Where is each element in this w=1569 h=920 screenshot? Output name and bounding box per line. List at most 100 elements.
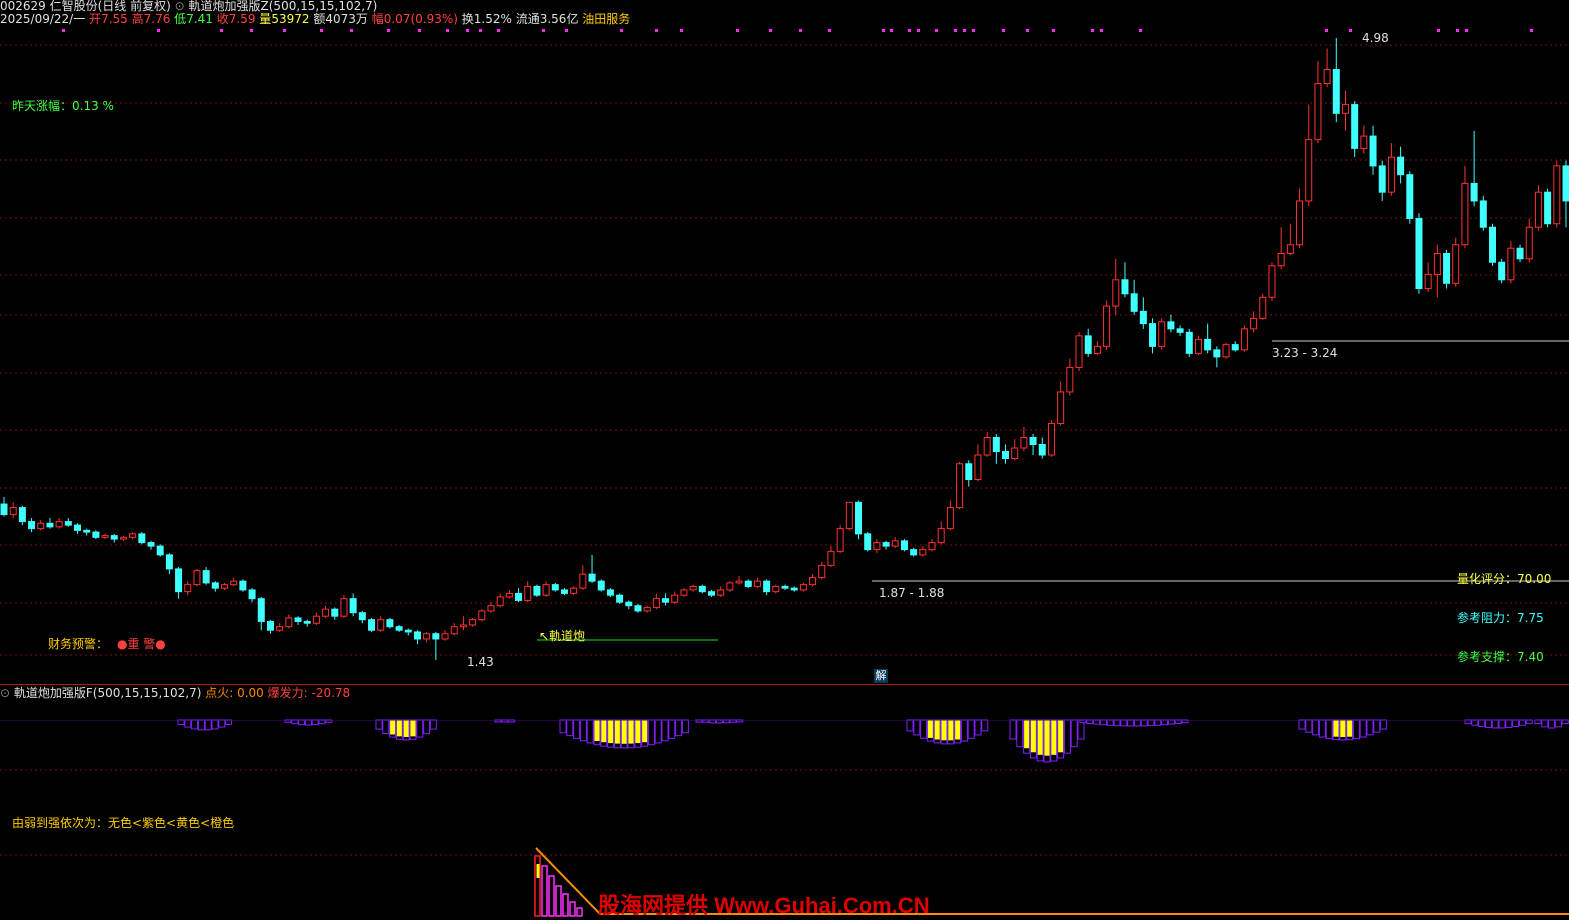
candle-body: [1084, 335, 1092, 354]
signal-dot: [446, 29, 449, 32]
candle-body: [450, 626, 458, 635]
candle-body: [184, 584, 192, 593]
watermark: 股海网提供 Www.Guhai.Com.CN: [598, 893, 930, 918]
signal-dot: [882, 29, 885, 32]
sub-indicator-name[interactable]: 軌道炮加强版F(500,15,15,102,7): [14, 686, 202, 700]
candle-body: [478, 610, 486, 621]
sub-bar-purple: [204, 719, 212, 731]
signal-dot: [908, 29, 911, 32]
sub-bar-purple: [1366, 719, 1374, 736]
candle-body: [165, 554, 173, 570]
sub-bar-yellow: [608, 720, 614, 744]
sub-bar-purple: [211, 719, 219, 730]
signal-dot: [1349, 29, 1352, 32]
candle-body: [588, 573, 596, 582]
sub-bar-purple: [1352, 719, 1360, 740]
candle-body: [772, 585, 780, 593]
sub-bar-purple: [1548, 719, 1556, 729]
sub-bar-purple: [906, 719, 914, 732]
candle-body: [1075, 335, 1083, 368]
low-value: 7.41: [186, 12, 213, 26]
candle-body: [965, 463, 973, 481]
sub-bar-yellow: [410, 720, 416, 737]
candle-body: [809, 577, 817, 586]
signal-dot: [736, 29, 739, 32]
volume-value: 53972: [271, 12, 310, 26]
signal-dot: [963, 29, 966, 32]
candle-body: [560, 589, 568, 594]
sub-bar-purple: [681, 719, 689, 734]
candle-body: [937, 528, 945, 544]
sub-bar-yellow: [1044, 720, 1050, 756]
kline-chart[interactable]: [0, 0, 1569, 919]
sub-bar-yellow: [390, 720, 396, 735]
candle-body: [395, 626, 403, 631]
candle-body: [1066, 366, 1074, 393]
candle-body: [1112, 279, 1120, 307]
sub-indicator-icon[interactable]: ⊙: [0, 686, 10, 700]
candle-body: [28, 521, 36, 530]
candle-body: [1387, 156, 1395, 193]
sub-bar-yellow: [1340, 720, 1346, 737]
candle-body: [1167, 321, 1175, 330]
signal-dot: [1465, 29, 1468, 32]
candle-body: [845, 501, 853, 530]
jie-button[interactable]: 解: [874, 669, 888, 683]
candle-body: [1479, 200, 1487, 228]
sub-bar-purple: [1373, 719, 1381, 733]
sub-bar-purple: [1133, 719, 1141, 727]
candle-body: [92, 531, 100, 538]
signal-dot: [1091, 29, 1094, 32]
sub-bar-yellow: [1333, 720, 1339, 737]
candle-body: [726, 582, 734, 591]
high-price-mark: 4.98: [1362, 31, 1389, 45]
sub-bar-purple: [1312, 719, 1320, 736]
signal-dot: [250, 29, 253, 32]
sub-bar-yellow: [1037, 720, 1043, 755]
signal-dot: [954, 29, 957, 32]
candle-body: [1002, 450, 1010, 460]
sub-bar-purple: [1512, 719, 1520, 728]
quote-date: 2025/09/22/一: [0, 12, 86, 26]
candle-body: [781, 585, 789, 589]
candle-body: [698, 585, 706, 593]
candle-body: [643, 606, 651, 612]
candle-body: [744, 580, 752, 587]
signal-dot: [769, 29, 772, 32]
candle-body: [110, 535, 118, 540]
candle-body: [147, 542, 155, 547]
sub-bar-purple: [197, 719, 205, 731]
candle-body: [239, 580, 247, 591]
bottom-bar: [548, 875, 555, 917]
bottom-bar: [541, 865, 548, 917]
sub-bar-purple: [1325, 719, 1333, 740]
candle-body: [1470, 182, 1478, 202]
signal-dot: [1456, 29, 1459, 32]
sector-link[interactable]: 油田服务: [582, 12, 630, 26]
candle-body: [689, 585, 697, 591]
sub-bar-yellow: [396, 720, 402, 737]
bottom-bar: [576, 907, 583, 917]
sub-bar-purple: [960, 719, 968, 742]
candle-body: [1149, 323, 1157, 347]
sub-bar-purple: [1478, 719, 1486, 728]
candle-body: [1286, 244, 1294, 255]
sub-bar-yellow: [1030, 720, 1036, 753]
candle-body: [211, 582, 219, 589]
sub-bar-purple: [559, 719, 567, 734]
sub-bar-purple: [586, 719, 594, 744]
sub-bar-yellow: [628, 720, 634, 744]
float-cap: 流通3.56亿: [515, 12, 579, 26]
candle-body: [533, 585, 541, 596]
signal-dot: [1325, 29, 1328, 32]
sub-bar-yellow: [621, 720, 627, 744]
quant-score: 量化评分：70.00: [1457, 572, 1552, 586]
turnover: 换1.52%: [461, 12, 512, 26]
signal-dot: [387, 29, 390, 32]
signal-dot: [828, 29, 831, 32]
candle-body: [193, 570, 201, 586]
sub-bar-purple: [1498, 719, 1506, 729]
sub-bar-purple: [1154, 719, 1162, 726]
signal-dot: [655, 29, 658, 32]
candle-body: [671, 594, 679, 603]
